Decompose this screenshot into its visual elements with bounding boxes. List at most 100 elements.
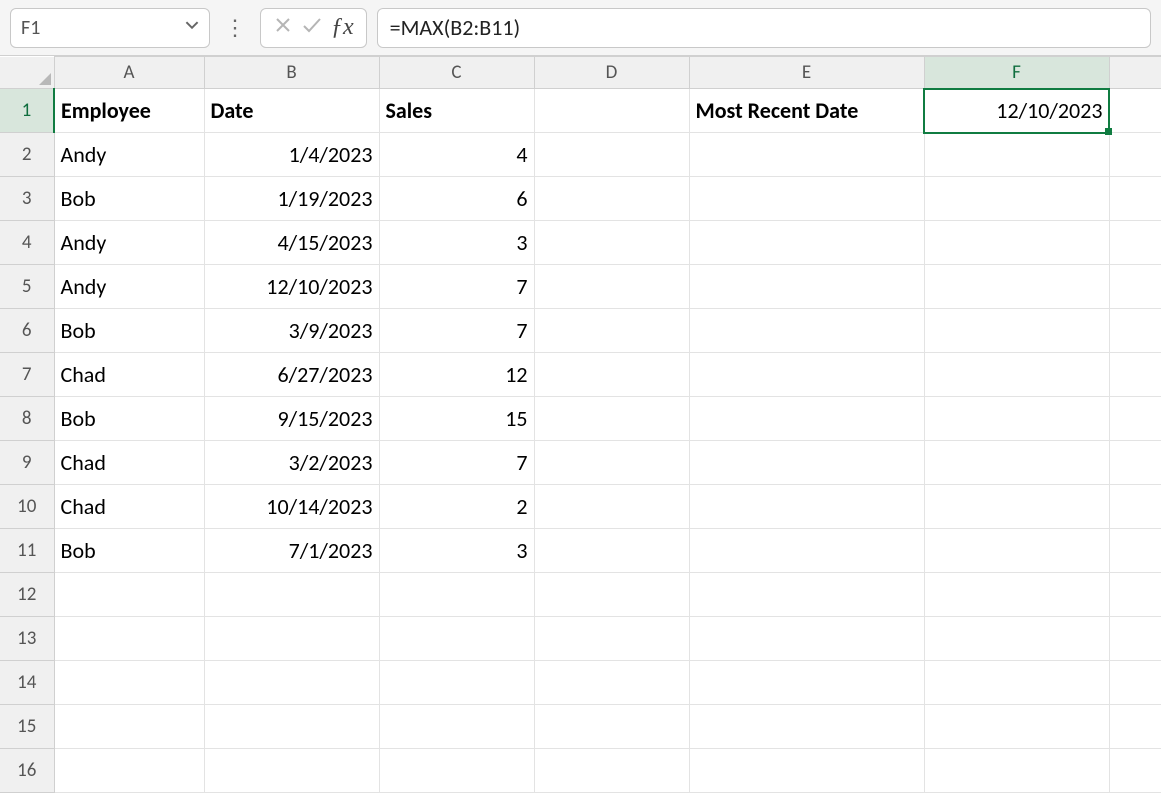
cell-B10[interactable]: 10/14/2023 — [204, 485, 379, 529]
row-header-16[interactable]: 16 — [0, 749, 54, 793]
col-header-A[interactable]: A — [54, 57, 204, 89]
cell-G14[interactable] — [1109, 661, 1161, 705]
cell-D1[interactable] — [534, 89, 689, 133]
cell-C3[interactable]: 6 — [379, 177, 534, 221]
cell-C12[interactable] — [379, 573, 534, 617]
cell-A10[interactable]: Chad — [54, 485, 204, 529]
cell-D3[interactable] — [534, 177, 689, 221]
cell-C16[interactable] — [379, 749, 534, 793]
cell-F6[interactable] — [924, 309, 1109, 353]
cell-F9[interactable] — [924, 441, 1109, 485]
col-header-E[interactable]: E — [689, 57, 924, 89]
cell-D5[interactable] — [534, 265, 689, 309]
cell-B7[interactable]: 6/27/2023 — [204, 353, 379, 397]
cell-E11[interactable] — [689, 529, 924, 573]
cell-F16[interactable] — [924, 749, 1109, 793]
cell-D14[interactable] — [534, 661, 689, 705]
row-header-13[interactable]: 13 — [0, 617, 54, 661]
cell-F13[interactable] — [924, 617, 1109, 661]
cell-F10[interactable] — [924, 485, 1109, 529]
cell-G6[interactable] — [1109, 309, 1161, 353]
row-header-14[interactable]: 14 — [0, 661, 54, 705]
row-header-5[interactable]: 5 — [0, 265, 54, 309]
row-header-3[interactable]: 3 — [0, 177, 54, 221]
cell-F15[interactable] — [924, 705, 1109, 749]
cell-A1[interactable]: Employee — [54, 89, 204, 133]
col-header-C[interactable]: C — [379, 57, 534, 89]
cell-F8[interactable] — [924, 397, 1109, 441]
cell-A3[interactable]: Bob — [54, 177, 204, 221]
cell-C1[interactable]: Sales — [379, 89, 534, 133]
cell-C2[interactable]: 4 — [379, 133, 534, 177]
row-header-9[interactable]: 9 — [0, 441, 54, 485]
cell-A2[interactable]: Andy — [54, 133, 204, 177]
cell-C5[interactable]: 7 — [379, 265, 534, 309]
cell-B12[interactable] — [204, 573, 379, 617]
row-header-11[interactable]: 11 — [0, 529, 54, 573]
cell-E6[interactable] — [689, 309, 924, 353]
cell-D7[interactable] — [534, 353, 689, 397]
cell-A13[interactable] — [54, 617, 204, 661]
formula-input[interactable]: =MAX(B2:B11) — [377, 8, 1151, 48]
cell-B14[interactable] — [204, 661, 379, 705]
row-header-2[interactable]: 2 — [0, 133, 54, 177]
cell-A11[interactable]: Bob — [54, 529, 204, 573]
cell-A7[interactable]: Chad — [54, 353, 204, 397]
cell-D12[interactable] — [534, 573, 689, 617]
col-header-extra[interactable] — [1109, 57, 1161, 89]
cell-B13[interactable] — [204, 617, 379, 661]
cell-B5[interactable]: 12/10/2023 — [204, 265, 379, 309]
cell-C6[interactable]: 7 — [379, 309, 534, 353]
cell-D11[interactable] — [534, 529, 689, 573]
cell-C13[interactable] — [379, 617, 534, 661]
cell-A4[interactable]: Andy — [54, 221, 204, 265]
fx-icon[interactable]: ƒx — [331, 14, 354, 41]
cell-E8[interactable] — [689, 397, 924, 441]
cell-F2[interactable] — [924, 133, 1109, 177]
col-header-B[interactable]: B — [204, 57, 379, 89]
cell-B2[interactable]: 1/4/2023 — [204, 133, 379, 177]
cell-B16[interactable] — [204, 749, 379, 793]
cell-G9[interactable] — [1109, 441, 1161, 485]
cell-G7[interactable] — [1109, 353, 1161, 397]
cell-B6[interactable]: 3/9/2023 — [204, 309, 379, 353]
cell-E2[interactable] — [689, 133, 924, 177]
cell-E3[interactable] — [689, 177, 924, 221]
cell-B1[interactable]: Date — [204, 89, 379, 133]
cell-C7[interactable]: 12 — [379, 353, 534, 397]
cell-B4[interactable]: 4/15/2023 — [204, 221, 379, 265]
cell-G3[interactable] — [1109, 177, 1161, 221]
cell-G13[interactable] — [1109, 617, 1161, 661]
cell-G15[interactable] — [1109, 705, 1161, 749]
cell-G2[interactable] — [1109, 133, 1161, 177]
cell-E14[interactable] — [689, 661, 924, 705]
cancel-icon[interactable] — [273, 14, 293, 41]
enter-check-icon[interactable] — [301, 14, 323, 41]
cell-G8[interactable] — [1109, 397, 1161, 441]
cell-D15[interactable] — [534, 705, 689, 749]
cell-C15[interactable] — [379, 705, 534, 749]
cell-B9[interactable]: 3/2/2023 — [204, 441, 379, 485]
cell-B3[interactable]: 1/19/2023 — [204, 177, 379, 221]
row-header-4[interactable]: 4 — [0, 221, 54, 265]
cell-C9[interactable]: 7 — [379, 441, 534, 485]
cell-A15[interactable] — [54, 705, 204, 749]
cell-B15[interactable] — [204, 705, 379, 749]
cell-F12[interactable] — [924, 573, 1109, 617]
row-header-12[interactable]: 12 — [0, 573, 54, 617]
cell-G4[interactable] — [1109, 221, 1161, 265]
cell-A14[interactable] — [54, 661, 204, 705]
cell-F1[interactable]: 12/10/2023 — [924, 89, 1109, 133]
cell-D4[interactable] — [534, 221, 689, 265]
col-header-D[interactable]: D — [534, 57, 689, 89]
cell-A12[interactable] — [54, 573, 204, 617]
row-header-6[interactable]: 6 — [0, 309, 54, 353]
cell-A5[interactable]: Andy — [54, 265, 204, 309]
cell-A9[interactable]: Chad — [54, 441, 204, 485]
formula-bar-options-icon[interactable]: ⋮ — [220, 17, 250, 39]
cell-G11[interactable] — [1109, 529, 1161, 573]
cell-E4[interactable] — [689, 221, 924, 265]
row-header-7[interactable]: 7 — [0, 353, 54, 397]
cell-B11[interactable]: 7/1/2023 — [204, 529, 379, 573]
cell-C14[interactable] — [379, 661, 534, 705]
